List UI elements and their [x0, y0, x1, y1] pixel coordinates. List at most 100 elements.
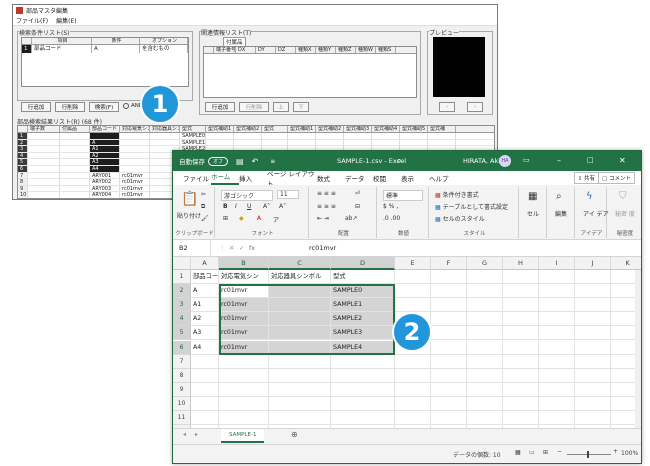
sheet-cell[interactable]	[269, 298, 331, 313]
sheet-cell[interactable]	[219, 396, 269, 411]
sheet-cell[interactable]	[539, 354, 575, 369]
sheet-cell[interactable]	[539, 382, 575, 397]
menu-edit[interactable]: 編集(E)	[56, 16, 76, 25]
sheet-cell[interactable]	[331, 368, 395, 383]
sheet-cell[interactable]: rc01mvr	[219, 312, 269, 327]
comment-button[interactable]: ▢ コメント	[598, 172, 635, 184]
sheet-cell[interactable]	[539, 411, 575, 426]
sheet-cell[interactable]	[503, 396, 539, 411]
sheet-cell[interactable]: rc01mvr	[219, 340, 269, 355]
column-header[interactable]: H	[503, 257, 539, 270]
sheet-cell[interactable]: A	[191, 284, 219, 299]
underline-icon[interactable]: U	[247, 203, 251, 210]
wrap-text-icon[interactable]: ⏎	[355, 190, 360, 197]
sheet-cell[interactable]	[395, 354, 431, 369]
sheet-cell[interactable]	[269, 368, 331, 383]
sheet-cell[interactable]	[331, 382, 395, 397]
preview-next-button[interactable]: ›	[467, 102, 483, 112]
cond-value-select[interactable]: A	[92, 45, 140, 53]
column-header[interactable]: F	[431, 257, 467, 270]
sheet-cell[interactable]	[539, 368, 575, 383]
sheet-cell[interactable]	[269, 396, 331, 411]
vertical-scrollbar[interactable]	[635, 270, 641, 430]
sheet-cell[interactable]	[575, 340, 611, 355]
sheet-cell[interactable]	[431, 284, 467, 299]
page-break-icon[interactable]: ⊞	[543, 449, 548, 456]
sheet-cell[interactable]	[431, 340, 467, 355]
avatar[interactable]: HA	[499, 155, 511, 167]
ideas-icon[interactable]: ϟ	[586, 191, 593, 202]
sheet-cell[interactable]	[575, 326, 611, 341]
sheet-cell[interactable]	[395, 368, 431, 383]
sheet-cell[interactable]	[575, 312, 611, 327]
column-header[interactable]: C	[269, 257, 331, 270]
sheet-cell[interactable]: A3	[191, 326, 219, 341]
normal-view-icon[interactable]: ▦	[515, 449, 521, 456]
ideas-button[interactable]: アイ デア	[583, 209, 609, 218]
sheet-cell[interactable]	[503, 382, 539, 397]
zoom-slider-thumb[interactable]	[587, 451, 589, 458]
sheet-cell[interactable]	[503, 340, 539, 355]
sheet-cell[interactable]	[467, 368, 503, 383]
italic-icon[interactable]: I	[235, 203, 237, 210]
sheet-cell[interactable]	[575, 396, 611, 411]
sheet-cell[interactable]	[503, 298, 539, 313]
sheet-cell[interactable]: A4	[191, 340, 219, 355]
align-left-icon[interactable]: ≡ ≡ ≡	[317, 203, 336, 210]
row-header[interactable]: 11	[173, 411, 191, 426]
related-grid[interactable]: 端子番号 DX DY DZ 種類X 種類Y 種類Z 種類W 種類S	[203, 46, 417, 98]
column-header[interactable]: G	[467, 257, 503, 270]
sheet-cell[interactable]	[219, 382, 269, 397]
sheet-cell[interactable]	[575, 270, 611, 285]
editing-button[interactable]: 編集	[555, 209, 567, 218]
sheet-cell[interactable]	[467, 382, 503, 397]
preview-prev-button[interactable]: ‹	[439, 102, 455, 112]
format-as-table-button[interactable]: ▦ テーブルとして書式設定	[435, 202, 508, 211]
sheet-cell[interactable]	[539, 298, 575, 313]
sheet-cell[interactable]	[269, 312, 331, 327]
sheet-cell[interactable]	[431, 396, 467, 411]
formula-input[interactable]: rc01mvr	[309, 244, 336, 252]
header-cell[interactable]: 部品コード	[191, 270, 219, 285]
sheet-cell[interactable]	[395, 270, 431, 285]
delete-row-button[interactable]: 行削除	[55, 102, 85, 112]
font-size-select[interactable]: 11	[277, 190, 299, 199]
sheet-cell[interactable]	[395, 396, 431, 411]
related-delete-row-button[interactable]: 行削除	[239, 102, 269, 112]
sheet-cell[interactable]	[503, 411, 539, 426]
tab-home[interactable]: ホーム	[211, 171, 239, 185]
sheet-cell[interactable]	[431, 382, 467, 397]
sheet-cell[interactable]	[575, 382, 611, 397]
row-header[interactable]: 7	[173, 354, 191, 369]
sheet-cell[interactable]	[539, 284, 575, 299]
name-box[interactable]: B2	[173, 239, 211, 257]
shrink-font-icon[interactable]: A˅	[279, 203, 286, 210]
conditional-format-button[interactable]: ▦ 条件付き書式	[435, 190, 479, 199]
row-header[interactable]: 5	[173, 326, 191, 341]
sheet-cell[interactable]	[467, 411, 503, 426]
sheet-cell[interactable]	[575, 354, 611, 369]
close-icon[interactable]: ✕	[619, 156, 626, 165]
sheet-cell[interactable]	[467, 312, 503, 327]
phonetic-icon[interactable]: ア	[273, 215, 279, 224]
select-all-corner[interactable]	[173, 257, 191, 270]
currency-icon[interactable]: $ % ,	[383, 203, 398, 210]
sheet-cell[interactable]	[395, 382, 431, 397]
cancel-icon[interactable]: ✕	[229, 244, 234, 252]
sheet-cell[interactable]	[269, 340, 331, 355]
row-header[interactable]: 8	[173, 368, 191, 383]
sheet-cell[interactable]: A1	[191, 298, 219, 313]
editing-icon[interactable]: ⌕	[556, 191, 562, 202]
sheet-cell[interactable]	[431, 312, 467, 327]
format-painter-icon[interactable]: 🖌	[201, 215, 209, 222]
sheet-cell[interactable]	[395, 411, 431, 426]
condition-row[interactable]: 1 部品コード A を含むもの	[22, 45, 188, 53]
header-cell[interactable]: 型式	[331, 270, 395, 285]
sheet-cell[interactable]	[269, 326, 331, 341]
sheet-cell[interactable]	[191, 354, 219, 369]
font-color-icon[interactable]: A	[257, 215, 261, 222]
sheet-cell[interactable]	[395, 284, 431, 299]
sheet-cell[interactable]	[269, 382, 331, 397]
sheet-cell[interactable]	[269, 354, 331, 369]
sheet-cell[interactable]	[431, 354, 467, 369]
